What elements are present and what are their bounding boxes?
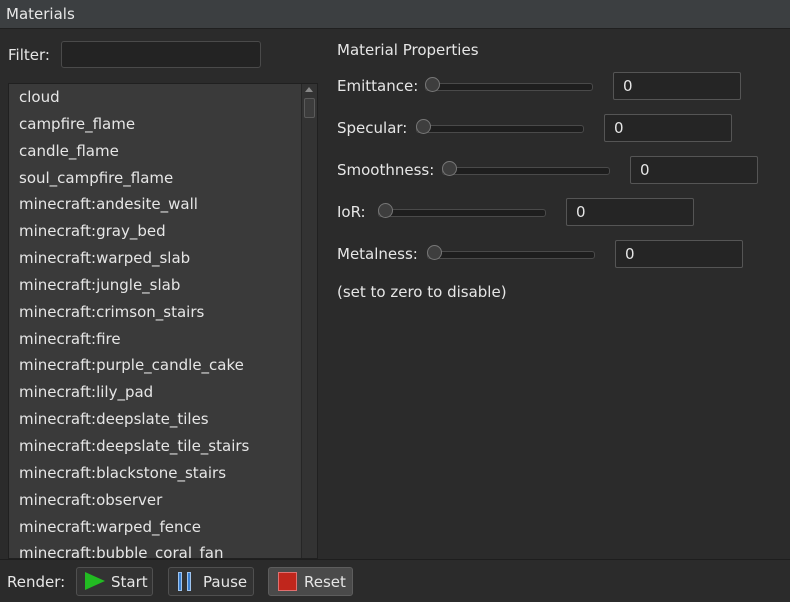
list-item[interactable]: minecraft:blackstone_stairs: [9, 460, 317, 487]
specular-slider[interactable]: [416, 114, 584, 144]
smoothness-label: Smoothness:: [337, 161, 435, 179]
slider-knob[interactable]: [416, 119, 431, 134]
emittance-row: Emittance: 0: [337, 72, 742, 102]
list-item[interactable]: candle_flame: [9, 138, 317, 165]
metalness-slider[interactable]: [427, 240, 595, 270]
emittance-label: Emittance:: [337, 77, 419, 95]
metalness-row: Metalness: 0: [337, 240, 744, 270]
render-label: Render:: [7, 573, 66, 591]
ior-slider[interactable]: [378, 198, 546, 228]
list-item[interactable]: minecraft:andesite_wall: [9, 191, 317, 218]
metalness-label: Metalness:: [337, 245, 418, 263]
emittance-value[interactable]: 0: [613, 72, 741, 100]
list-item[interactable]: minecraft:purple_candle_cake: [9, 352, 317, 379]
list-item[interactable]: minecraft:crimson_stairs: [9, 299, 317, 326]
filter-input[interactable]: [61, 41, 261, 68]
reset-button[interactable]: Reset: [268, 567, 353, 596]
materials-list[interactable]: cloud campfire_flame candle_flame soul_camp…: [8, 83, 318, 559]
reset-button-label: Reset: [304, 573, 346, 591]
list-item[interactable]: minecraft:gray_bed: [9, 218, 317, 245]
smoothness-row: Smoothness: 0: [337, 156, 759, 186]
list-item[interactable]: cloud: [9, 84, 317, 111]
start-button-label: Start: [111, 573, 148, 591]
filter-label: Filter:: [8, 46, 50, 64]
list-item[interactable]: minecraft:lily_pad: [9, 379, 317, 406]
list-item[interactable]: minecraft:warped_fence: [9, 514, 317, 541]
title-bar: Materials: [0, 0, 790, 29]
list-item[interactable]: minecraft:bubble_coral_fan: [9, 540, 317, 558]
smoothness-slider[interactable]: [442, 156, 610, 186]
list-item[interactable]: soul_campfire_flame: [9, 165, 317, 192]
slider-knob[interactable]: [442, 161, 457, 176]
slider-knob[interactable]: [425, 77, 440, 92]
window-title: Materials: [6, 5, 75, 23]
emittance-slider[interactable]: [425, 72, 593, 102]
properties-title: Material Properties: [337, 41, 479, 59]
specular-value[interactable]: 0: [604, 114, 732, 142]
materials-list-items: cloud campfire_flame candle_flame soul_camp…: [9, 84, 317, 558]
play-icon: [85, 572, 105, 590]
slider-knob[interactable]: [378, 203, 393, 218]
smoothness-value[interactable]: 0: [630, 156, 758, 184]
list-item[interactable]: minecraft:warped_slab: [9, 245, 317, 272]
list-item[interactable]: minecraft:deepslate_tile_stairs: [9, 433, 317, 460]
specular-label: Specular:: [337, 119, 408, 137]
slider-track: [378, 209, 546, 217]
render-toolbar: Render: Start Pause Reset: [0, 559, 790, 602]
pause-button[interactable]: Pause: [168, 567, 254, 596]
ior-value[interactable]: 0: [566, 198, 694, 226]
list-item[interactable]: minecraft:jungle_slab: [9, 272, 317, 299]
slider-track: [425, 83, 593, 91]
slider-track: [442, 167, 610, 175]
list-item[interactable]: minecraft:observer: [9, 487, 317, 514]
stop-icon: [278, 572, 297, 591]
ior-label: IoR:: [337, 203, 366, 221]
pause-button-label: Pause: [203, 573, 248, 591]
metalness-value[interactable]: 0: [615, 240, 743, 268]
slider-track: [427, 251, 595, 259]
start-button[interactable]: Start: [76, 567, 153, 596]
list-item[interactable]: minecraft:deepslate_tiles: [9, 406, 317, 433]
list-scrollbar[interactable]: [301, 84, 317, 558]
ior-row: IoR: 0: [337, 198, 695, 228]
slider-knob[interactable]: [427, 245, 442, 260]
list-item[interactable]: minecraft:fire: [9, 326, 317, 353]
scroll-up-arrow-icon[interactable]: [305, 87, 313, 92]
scroll-thumb[interactable]: [304, 98, 315, 118]
pause-icon: [178, 572, 194, 591]
list-item[interactable]: campfire_flame: [9, 111, 317, 138]
properties-hint: (set to zero to disable): [337, 283, 507, 301]
slider-track: [416, 125, 584, 133]
specular-row: Specular: 0: [337, 114, 733, 144]
